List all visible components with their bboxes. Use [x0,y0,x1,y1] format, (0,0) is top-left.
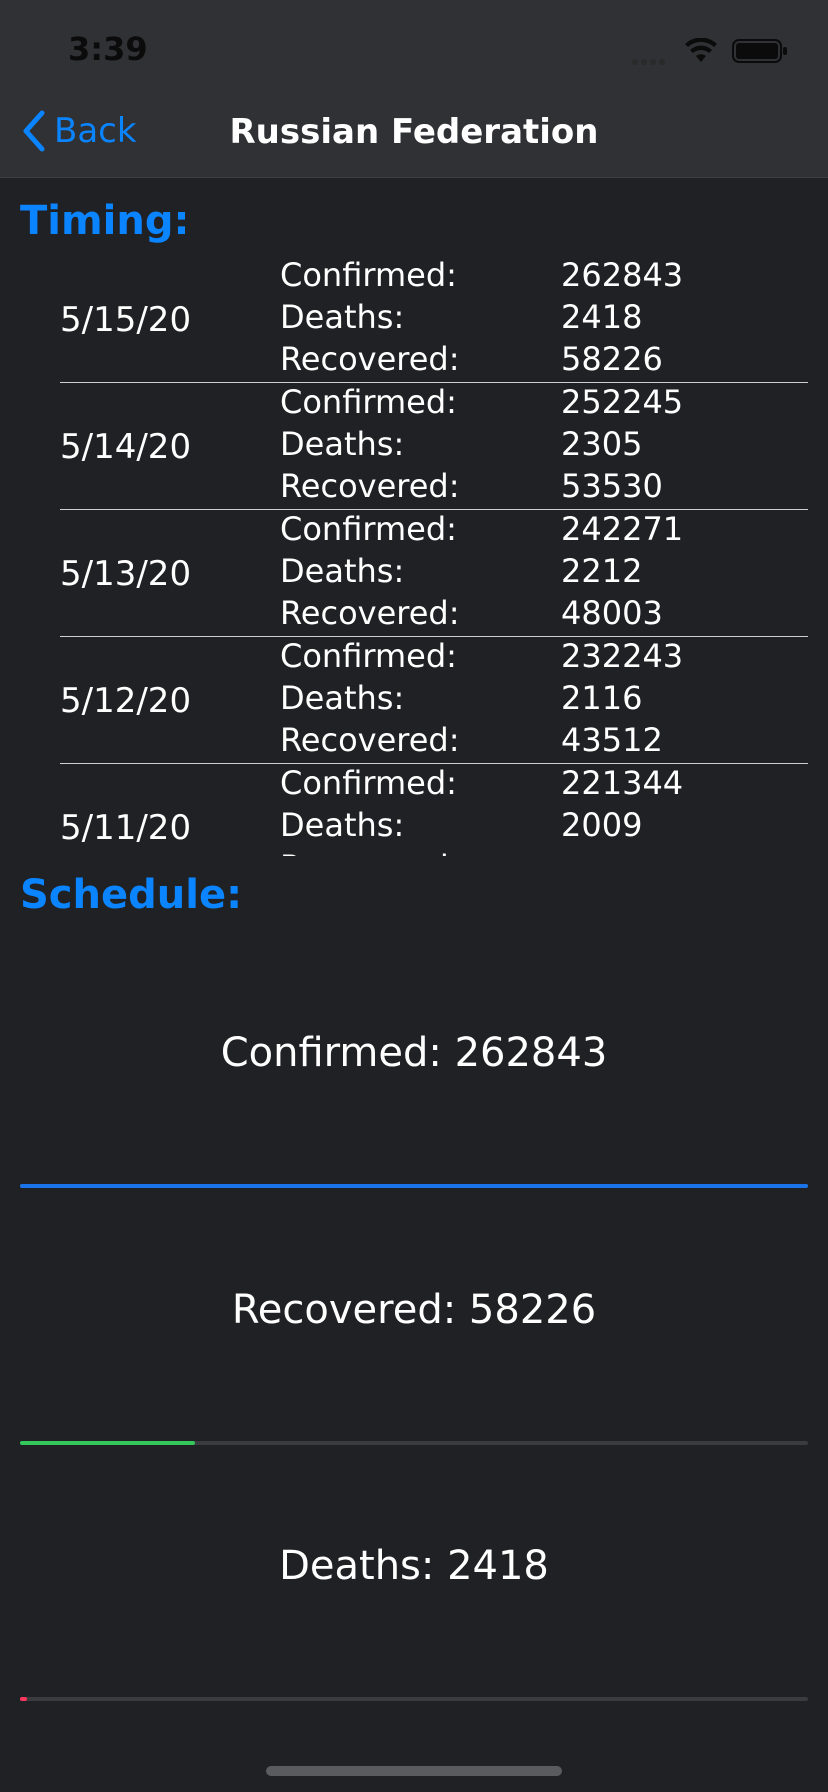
recovered-label: Recovered: [280,594,460,632]
deaths-value: 2305 [561,425,643,463]
confirmed-label: Confirmed: [280,510,457,548]
confirmed-value: 232243 [561,637,684,675]
schedule-title: Schedule: [20,872,243,918]
recovered-label: Recovered: [280,721,460,759]
list-item[interactable]: 5/11/20 Confirmed: 221344 Deaths: 2009 Rec… [60,764,808,856]
day-date: 5/13/20 [60,554,192,594]
confirmed-value: 252245 [561,383,684,421]
wifi-icon [685,38,717,62]
day-date: 5/15/20 [60,300,192,340]
deaths-label: Deaths: [280,552,405,590]
recovered-progress-bar [20,1441,808,1445]
status-time: 3:39 [68,30,148,68]
home-indicator[interactable] [266,1766,562,1776]
confirmed-progress-fill [20,1184,808,1188]
recovered-value: 43512 [561,721,663,759]
confirmed-label: Confirmed: [280,764,457,802]
deaths-label: Deaths: [280,806,405,844]
deaths-label: Deaths: [280,425,405,463]
page-title: Russian Federation [229,112,599,152]
list-item[interactable]: 5/14/20 Confirmed: 252245 Deaths: 2305 Rec… [60,383,808,510]
confirmed-label: Confirmed: [280,637,457,675]
deaths-progress-fill [20,1697,28,1701]
deaths-value: 2418 [561,298,643,336]
deaths-metric-text: Deaths: 2418 [279,1543,549,1589]
recovered-label: Recovered: [280,848,460,856]
deaths-value: 2009 [561,806,643,844]
list-item[interactable]: 5/15/20 Confirmed: 262843 Deaths: 2418 Rec… [60,256,808,383]
confirmed-value: 242271 [561,510,684,548]
deaths-label: Deaths: [280,679,405,717]
recovered-value: 53530 [561,467,663,505]
confirmed-label: Confirmed: [280,256,457,294]
list-item[interactable]: 5/12/20 Confirmed: 232243 Deaths: 2116 Rec… [60,637,808,764]
recovered-value: 48003 [561,594,663,632]
recovered-progress-fill [20,1441,195,1445]
confirmed-metric-text: Confirmed: 262843 [220,1030,608,1076]
confirmed-label: Confirmed: [280,383,457,421]
deaths-label: Deaths: [280,298,405,336]
recovered-label: Recovered: [280,467,460,505]
day-date: 5/11/20 [60,808,192,848]
confirmed-value: 262843 [561,256,684,294]
battery-icon [732,39,787,63]
deaths-progress-bar [20,1697,808,1701]
deaths-value: 2212 [561,552,643,590]
recovered-metric-text: Recovered: 58226 [231,1287,597,1333]
recovered-value: 58226 [561,340,663,378]
timing-list[interactable]: 5/15/20 Confirmed: 262843 Deaths: 2418 Rec… [0,256,828,856]
timing-title: Timing: [20,198,190,244]
list-item[interactable]: 5/13/20 Confirmed: 242271 Deaths: 2212 Rec… [60,510,808,637]
deaths-value: 2116 [561,679,643,717]
day-date: 5/14/20 [60,427,192,467]
confirmed-progress-bar [20,1184,808,1188]
status-icons [632,38,792,65]
navigation-header: 3:39 Back Russian Federation [0,0,828,178]
confirmed-value: 221344 [561,764,684,802]
signal-icon [632,50,672,65]
recovered-label: Recovered: [280,340,460,378]
day-date: 5/12/20 [60,681,192,721]
